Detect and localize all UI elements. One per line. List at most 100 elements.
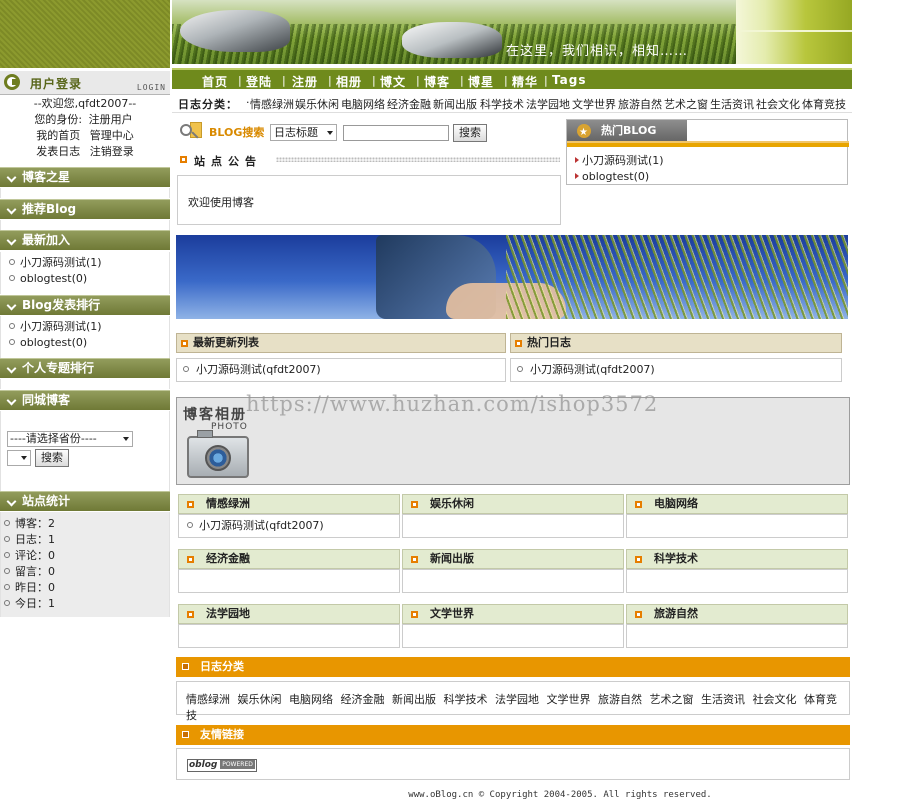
sidebar-ranking[interactable]: Blog发表排行 bbox=[0, 295, 170, 315]
arrow-icon bbox=[187, 556, 194, 563]
category-link[interactable]: 社会文化 bbox=[753, 693, 797, 706]
category-link[interactable]: 法学园地 bbox=[495, 693, 539, 706]
grid-category-header[interactable]: 经济金融 bbox=[178, 549, 400, 569]
header-decoration bbox=[736, 0, 852, 64]
category-link[interactable]: 情感绿洲 bbox=[250, 96, 294, 112]
arrow-icon bbox=[180, 156, 187, 163]
category-link[interactable]: 文学世界 bbox=[547, 693, 591, 706]
list-item[interactable]: oblogtest(0) bbox=[575, 169, 664, 185]
chevron-down-icon bbox=[21, 456, 27, 460]
city-select[interactable] bbox=[7, 450, 31, 466]
list-item[interactable]: 小刀源码测试(qfdt2007) bbox=[530, 363, 655, 376]
search-input[interactable] bbox=[343, 125, 449, 141]
category-link[interactable]: 经济金融 bbox=[387, 96, 431, 112]
nav-home[interactable]: 首页 bbox=[202, 73, 228, 90]
grid-category-body bbox=[626, 569, 848, 593]
login-panel-header: 用户登录 LOGIN bbox=[0, 71, 170, 95]
list-item[interactable]: 小刀源码测试(1) bbox=[575, 153, 664, 169]
list-item[interactable]: 小刀源码测试(1) bbox=[1, 319, 169, 335]
grid-category-body bbox=[402, 569, 624, 593]
hot-logs-header: 热门日志 bbox=[510, 333, 842, 353]
category-link[interactable]: 情感绿洲 bbox=[186, 693, 230, 706]
grid-category-header[interactable]: 文学世界 bbox=[402, 604, 624, 624]
category-link[interactable]: 艺术之窗 bbox=[650, 693, 694, 706]
list-item[interactable]: 小刀源码测试(qfdt2007) bbox=[196, 363, 321, 376]
grid-category-header[interactable]: 情感绿洲 bbox=[178, 494, 400, 514]
category-link[interactable]: 社会文化 bbox=[756, 96, 800, 112]
category-link[interactable]: 体育竞技 bbox=[802, 96, 846, 112]
grid-category-body bbox=[402, 624, 624, 648]
sidebar-blog-star[interactable]: 博客之星 bbox=[0, 167, 170, 187]
stat-item: 昨日：0 bbox=[1, 580, 169, 596]
admin-center-link[interactable]: 管理中心 bbox=[90, 129, 134, 142]
sidebar-recommend[interactable]: 推荐Blog bbox=[0, 199, 170, 219]
category-link[interactable]: 法学园地 bbox=[526, 96, 570, 112]
grid-category-header[interactable]: 法学园地 bbox=[178, 604, 400, 624]
arrow-icon bbox=[635, 501, 642, 508]
grid-category-header[interactable]: 娱乐休闲 bbox=[402, 494, 624, 514]
bullet-icon bbox=[4, 536, 10, 542]
grid-category-header[interactable]: 旅游自然 bbox=[626, 604, 848, 624]
bullet-icon bbox=[517, 366, 523, 372]
category-link[interactable]: 旅游自然 bbox=[618, 96, 662, 112]
arrow-icon bbox=[182, 731, 189, 738]
grid-category-header[interactable]: 电脑网络 bbox=[626, 494, 848, 514]
nav-blog-stars[interactable]: 博星 bbox=[468, 73, 494, 90]
category-link[interactable]: 生活资讯 bbox=[710, 96, 754, 112]
sidebar-newest[interactable]: 最新加入 bbox=[0, 230, 170, 250]
blog-search: BLOG搜索 日志标题 搜索 bbox=[176, 120, 564, 144]
notice-header: 站点公告 bbox=[176, 150, 563, 170]
chevron-down-icon bbox=[123, 437, 129, 441]
sidebar-topic[interactable]: 个人专题排行 bbox=[0, 358, 170, 378]
category-link[interactable]: 文学世界 bbox=[572, 96, 616, 112]
category-link[interactable]: 新闻出版 bbox=[392, 693, 436, 706]
list-item[interactable]: 小刀源码测试(qfdt2007) bbox=[199, 519, 324, 532]
sidebar-city[interactable]: 同城博客 bbox=[0, 390, 170, 410]
hot-blog-tab: 热门BLOG bbox=[567, 120, 687, 144]
identity-link[interactable]: 注册用户 bbox=[89, 113, 133, 126]
nav-register[interactable]: 注册 bbox=[292, 73, 318, 90]
nav-featured[interactable]: 精华 bbox=[512, 73, 538, 90]
list-item[interactable]: 小刀源码测试(1) bbox=[1, 255, 169, 271]
category-link[interactable]: 经济金融 bbox=[341, 693, 385, 706]
album-title: 博客相册 bbox=[183, 407, 247, 423]
nav-album[interactable]: 相册 bbox=[336, 73, 362, 90]
notice-title: 站点公告 bbox=[194, 155, 262, 168]
category-link[interactable]: 科学技术 bbox=[444, 693, 488, 706]
bullet-icon bbox=[4, 520, 10, 526]
oblog-logo-link[interactable]: oblog POWERED bbox=[187, 759, 257, 772]
chevron-down-icon bbox=[327, 131, 333, 135]
bullet-icon bbox=[4, 584, 10, 590]
nav-blogs[interactable]: 博客 bbox=[424, 73, 450, 90]
category-link[interactable]: 电脑网络 bbox=[289, 693, 333, 706]
category-link[interactable]: 电脑网络 bbox=[341, 96, 385, 112]
arrow-icon bbox=[411, 501, 418, 508]
post-log-link[interactable]: 发表日志 bbox=[36, 145, 80, 158]
category-link[interactable]: 旅游自然 bbox=[598, 693, 642, 706]
category-link[interactable]: 生活资讯 bbox=[701, 693, 745, 706]
triangle-icon bbox=[575, 157, 579, 163]
grid-category-header[interactable]: 新闻出版 bbox=[402, 549, 624, 569]
list-item[interactable]: oblogtest(0) bbox=[1, 271, 169, 287]
city-search-button[interactable]: 搜索 bbox=[35, 449, 69, 467]
nav-articles[interactable]: 博文 bbox=[380, 73, 406, 90]
bullet-icon bbox=[4, 568, 10, 574]
logout-link[interactable]: 注销登录 bbox=[90, 145, 134, 158]
category-link[interactable]: 艺术之窗 bbox=[664, 96, 708, 112]
bullet-icon bbox=[9, 323, 15, 329]
search-type-select[interactable]: 日志标题 bbox=[270, 124, 337, 141]
category-link[interactable]: 科学技术 bbox=[480, 96, 524, 112]
nav-tags[interactable]: Tags bbox=[552, 73, 586, 87]
category-link[interactable]: 新闻出版 bbox=[433, 96, 477, 112]
sidebar-stats: 站点统计 bbox=[0, 491, 170, 511]
nav-login[interactable]: 登陆 bbox=[246, 73, 272, 90]
search-button[interactable]: 搜索 bbox=[453, 124, 487, 142]
my-home-link[interactable]: 我的首页 bbox=[36, 129, 80, 142]
grid-category-header[interactable]: 科学技术 bbox=[626, 549, 848, 569]
list-item[interactable]: oblogtest(0) bbox=[1, 335, 169, 351]
province-select[interactable]: ----请选择省份---- bbox=[7, 431, 133, 447]
category-link[interactable]: 娱乐休闲 bbox=[295, 96, 339, 112]
arrow-icon bbox=[187, 611, 194, 618]
newest-list: 小刀源码测试(1) oblogtest(0) bbox=[0, 252, 170, 294]
category-link[interactable]: 娱乐休闲 bbox=[238, 693, 282, 706]
